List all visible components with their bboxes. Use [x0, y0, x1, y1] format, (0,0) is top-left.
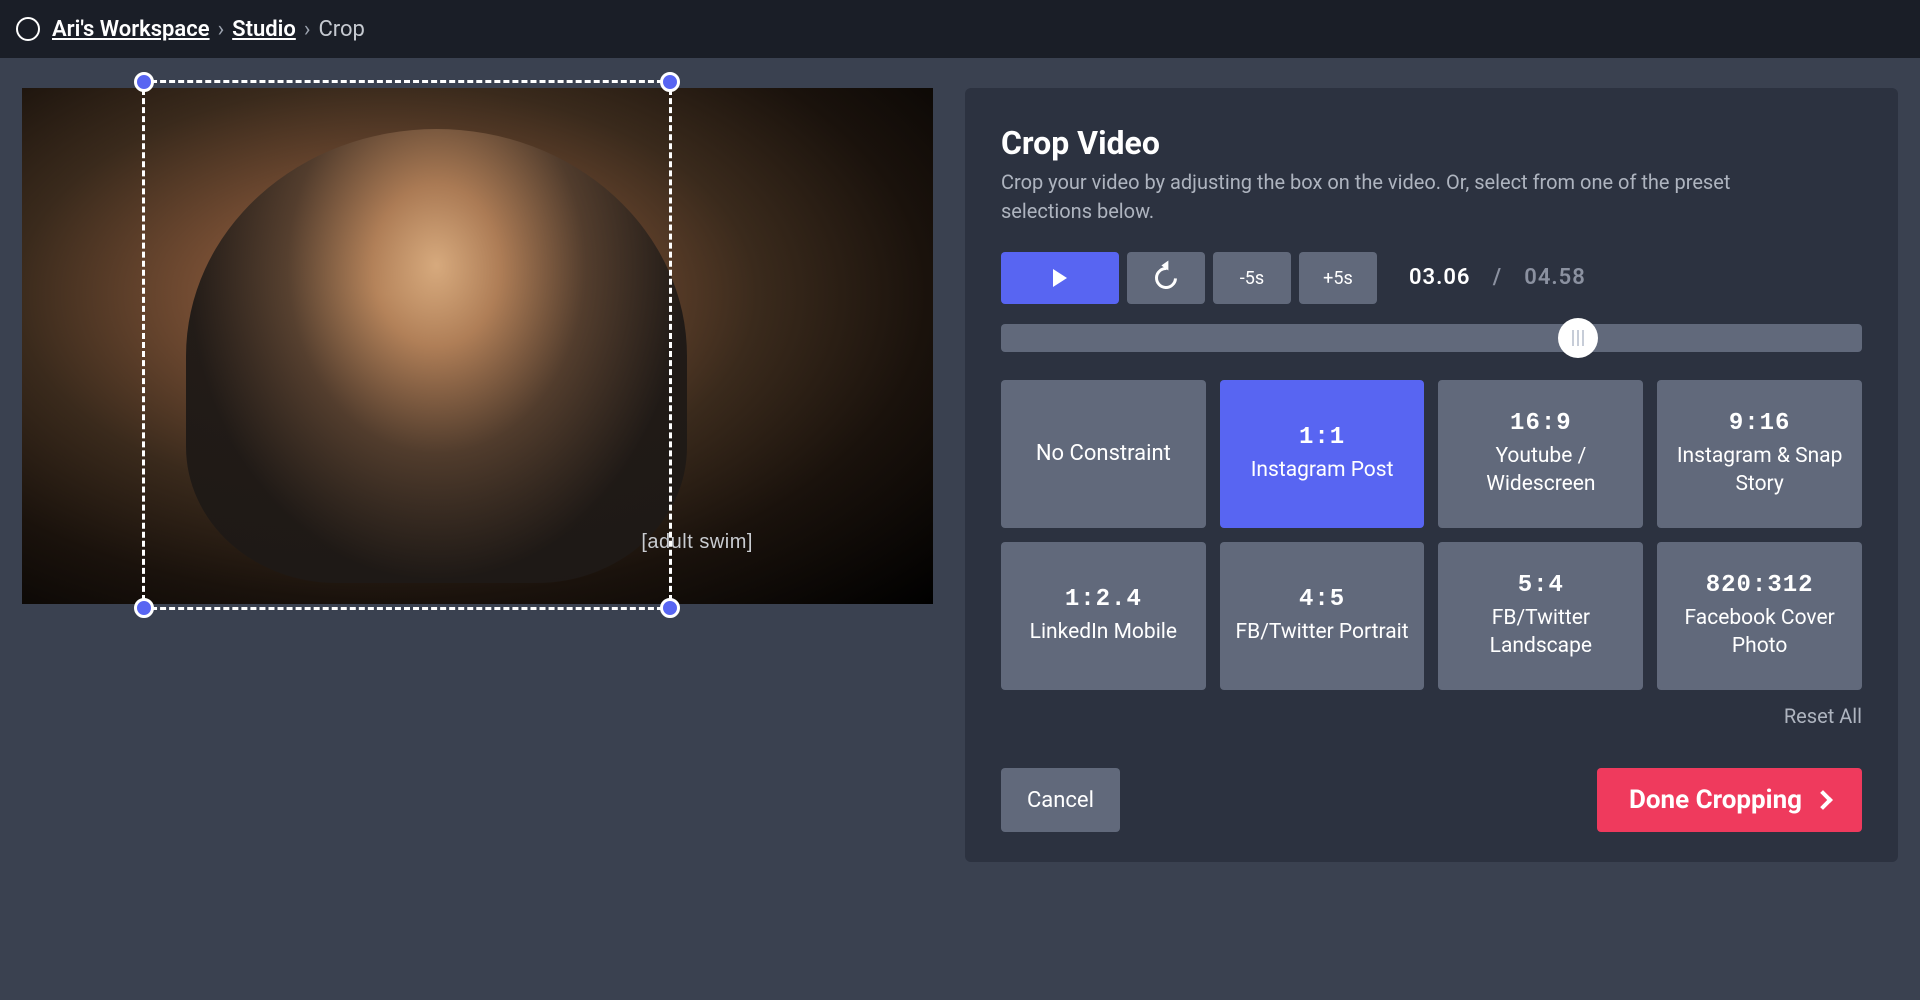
- breadcrumb-separator: ›: [218, 17, 225, 42]
- thumb-grip-icon: [1572, 330, 1584, 346]
- breadcrumb-studio[interactable]: Studio: [232, 17, 296, 42]
- breadcrumb-workspace[interactable]: Ari's Workspace: [52, 17, 210, 42]
- preset-ratio: 5:4: [1518, 572, 1564, 599]
- panel-description: Crop your video by adjusting the box on …: [1001, 168, 1801, 226]
- preset-9-16[interactable]: 9:16 Instagram & Snap Story: [1657, 380, 1862, 528]
- video-watermark: [adult swim]: [641, 531, 753, 554]
- preset-ratio: 1:2.4: [1065, 586, 1142, 613]
- preset-ratio: 9:16: [1729, 410, 1791, 437]
- reset-all-link[interactable]: Reset All: [1784, 704, 1862, 728]
- chevron-right-icon: [1813, 790, 1833, 810]
- preset-ratio: 820:312: [1706, 572, 1814, 599]
- preset-label: FB/Twitter Landscape: [1446, 605, 1635, 660]
- video-frame: [adult swim]: [22, 88, 933, 604]
- preset-16-9[interactable]: 16:9 Youtube / Widescreen: [1438, 380, 1643, 528]
- top-bar: Ari's Workspace › Studio › Crop: [0, 0, 1920, 58]
- preset-ratio: 16:9: [1510, 410, 1572, 437]
- preset-4-5[interactable]: 4:5 FB/Twitter Portrait: [1220, 542, 1425, 690]
- preset-820-312[interactable]: 820:312 Facebook Cover Photo: [1657, 542, 1862, 690]
- forward-5s-button[interactable]: +5s: [1299, 252, 1377, 304]
- preset-1-1[interactable]: 1:1 Instagram Post: [1220, 380, 1425, 528]
- preset-label: Instagram & Snap Story: [1665, 443, 1854, 498]
- breadcrumb-separator: ›: [304, 17, 311, 42]
- video-content: [186, 129, 687, 583]
- play-icon: [1053, 269, 1067, 287]
- restart-button[interactable]: [1127, 252, 1205, 304]
- preset-ratio: 4:5: [1299, 586, 1345, 613]
- content-area: [adult swim] Crop Video Crop your video …: [0, 58, 1920, 892]
- preset-grid: No Constraint 1:1 Instagram Post 16:9 Youtub…: [1001, 380, 1862, 690]
- playback-controls: -5s +5s 03.06 / 04.58: [1001, 252, 1862, 304]
- time-divider: /: [1493, 265, 1502, 290]
- progress-thumb[interactable]: [1558, 318, 1598, 358]
- preset-1-2-4[interactable]: 1:2.4 LinkedIn Mobile: [1001, 542, 1206, 690]
- timecode: 03.06 / 04.58: [1409, 265, 1586, 291]
- back-5s-button[interactable]: -5s: [1213, 252, 1291, 304]
- total-time: 04.58: [1524, 265, 1586, 290]
- crop-panel: Crop Video Crop your video by adjusting …: [965, 88, 1898, 862]
- video-preview[interactable]: [adult swim]: [22, 88, 933, 604]
- action-row: Cancel Done Cropping: [1001, 768, 1862, 832]
- preset-label: Instagram Post: [1251, 457, 1394, 484]
- done-cropping-button[interactable]: Done Cropping: [1597, 768, 1862, 832]
- rewind-icon: [1150, 262, 1181, 293]
- breadcrumb: Ari's Workspace › Studio › Crop: [16, 17, 365, 42]
- preset-label: FB/Twitter Portrait: [1236, 619, 1409, 646]
- logo-icon: [16, 17, 40, 41]
- preset-ratio: 1:1: [1299, 424, 1345, 451]
- progress-bar[interactable]: [1001, 324, 1862, 352]
- play-button[interactable]: [1001, 252, 1119, 304]
- preset-label: No Constraint: [1036, 440, 1171, 469]
- preset-5-4[interactable]: 5:4 FB/Twitter Landscape: [1438, 542, 1643, 690]
- cancel-button[interactable]: Cancel: [1001, 768, 1120, 832]
- breadcrumb-current: Crop: [318, 17, 364, 42]
- preset-no-constraint[interactable]: No Constraint: [1001, 380, 1206, 528]
- preset-label: Youtube / Widescreen: [1446, 443, 1635, 498]
- preset-label: LinkedIn Mobile: [1030, 619, 1177, 646]
- panel-title: Crop Video: [1001, 124, 1862, 162]
- done-label: Done Cropping: [1629, 785, 1802, 815]
- current-time: 03.06: [1409, 265, 1471, 290]
- preset-label: Facebook Cover Photo: [1665, 605, 1854, 660]
- reset-row: Reset All: [1001, 704, 1862, 728]
